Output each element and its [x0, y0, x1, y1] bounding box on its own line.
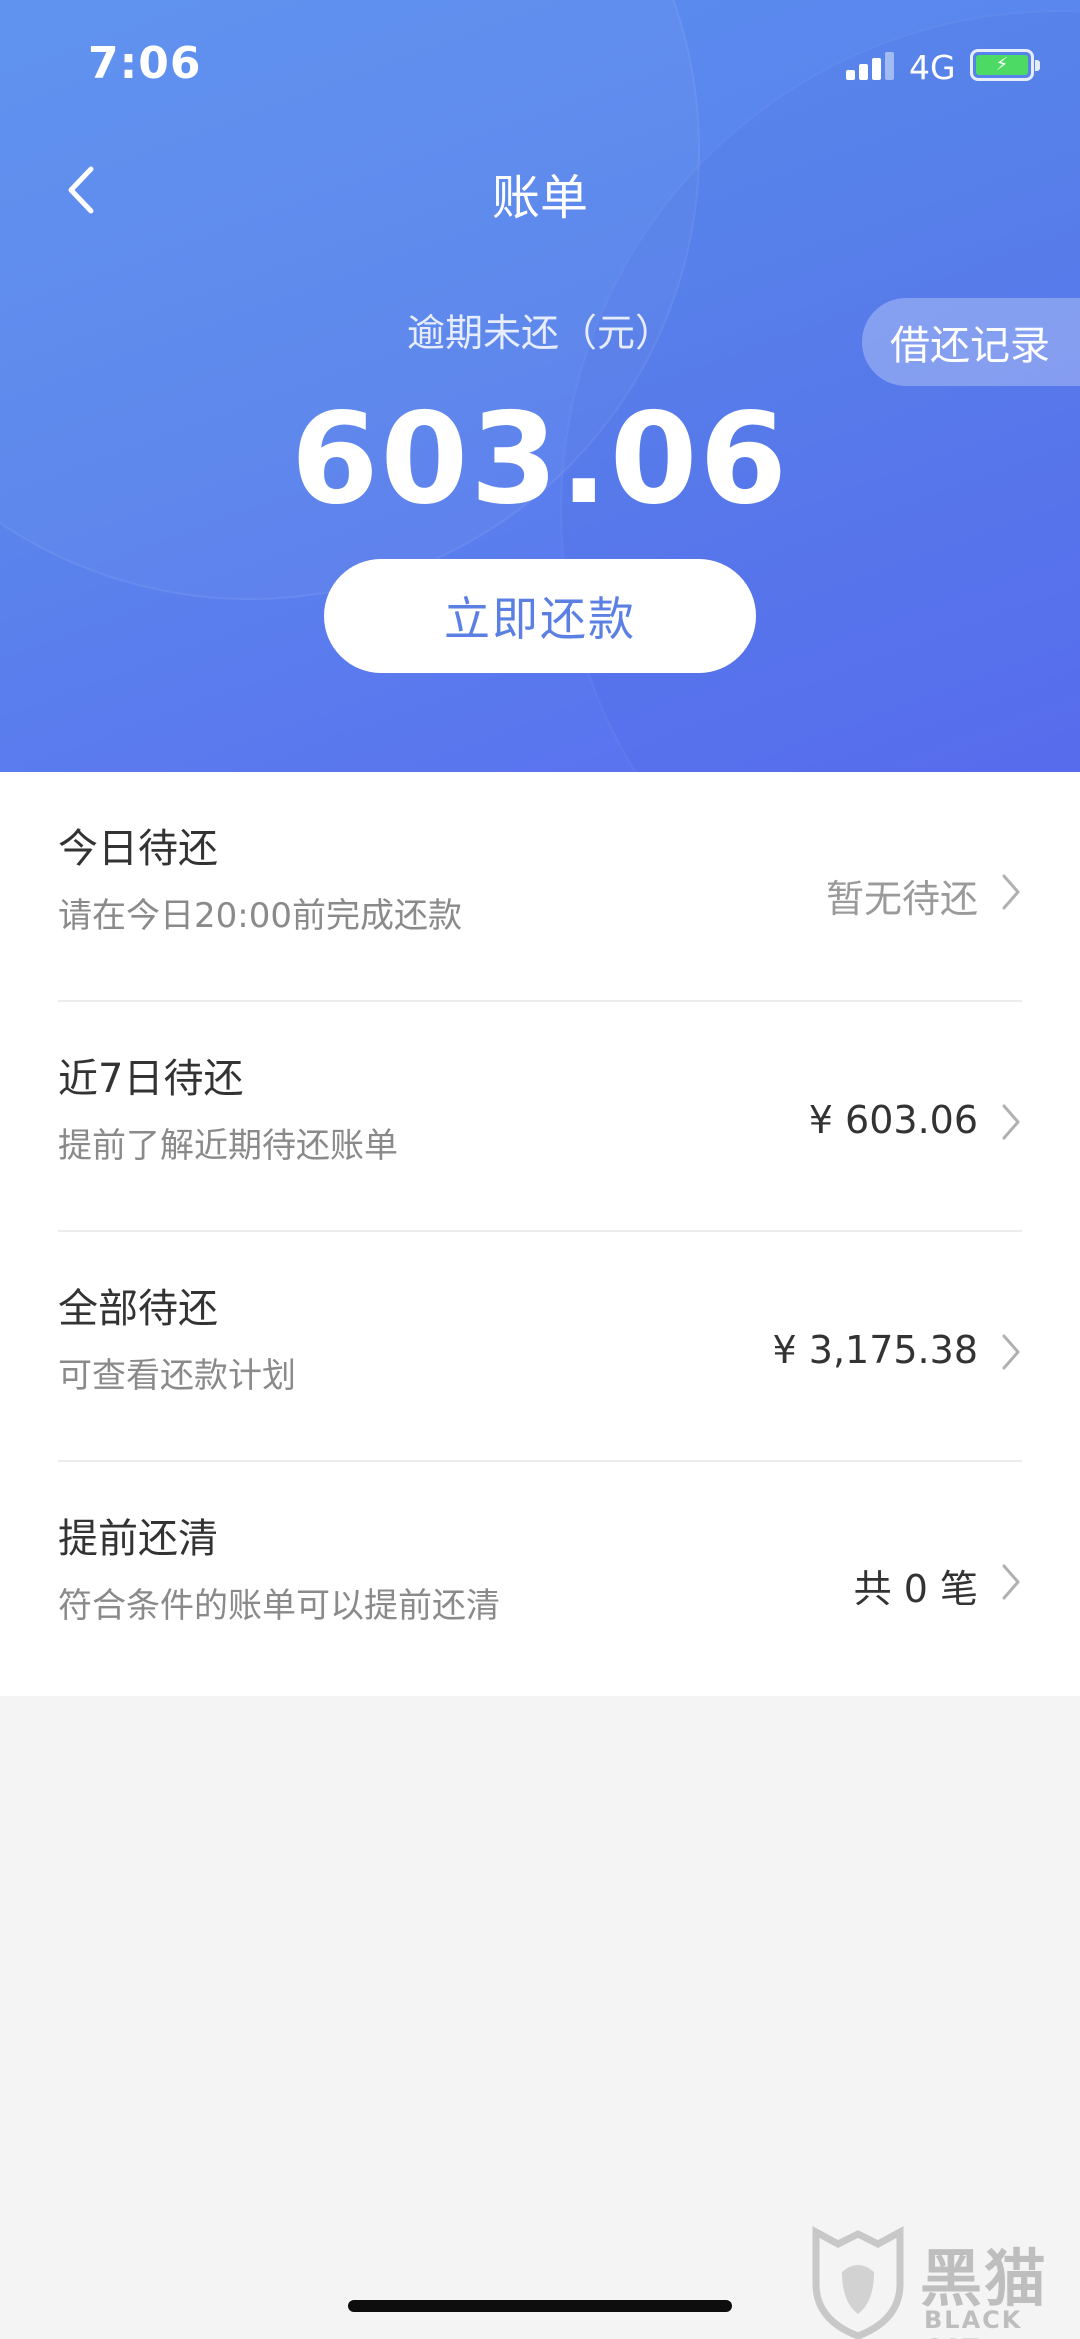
overdue-amount: 603.06 [290, 385, 790, 532]
list-item-subtitle: 请在今日20:00前完成还款 [58, 896, 462, 936]
chevron-right-icon [1002, 1104, 1020, 1140]
list-item-title: 今日待还 [58, 826, 218, 872]
list-item-today-due[interactable]: 今日待还 请在今日20:00前完成还款 暂无待还 [0, 772, 1080, 1002]
status-bar: 7:06 4G ⚡ [0, 0, 1080, 130]
watermark-text: 黑猫 [920, 2242, 1049, 2315]
watermark-logo: 黑猫 BLACK CAT [808, 2222, 1080, 2339]
list-item-value: ¥ 3,175.38 [772, 1328, 978, 1372]
repay-now-button[interactable]: 立即还款 [324, 559, 756, 673]
header: 7:06 4G ⚡ 账单 借还记录 逾期未还（元） 603.06 立即还款 [0, 0, 1080, 772]
chevron-right-icon [1002, 874, 1020, 910]
list-item-value: 暂无待还 [825, 877, 978, 921]
status-time: 7:06 [88, 38, 202, 89]
battery-icon: ⚡ [970, 49, 1040, 81]
chevron-right-icon [1002, 1334, 1020, 1370]
list-item-subtitle: 符合条件的账单可以提前还清 [58, 1586, 500, 1626]
signal-icon [846, 50, 896, 80]
cat-shield-icon [812, 2226, 904, 2339]
list-item-value: 共 0 笔 [853, 1567, 978, 1611]
list-item-early-payoff[interactable]: 提前还清 符合条件的账单可以提前还清 共 0 笔 [0, 1462, 1080, 1692]
home-indicator[interactable] [348, 2300, 732, 2312]
list-item-subtitle: 提前了解近期待还账单 [58, 1126, 398, 1166]
list-item-value: ¥ 603.06 [808, 1098, 978, 1142]
list-item-title: 提前还清 [58, 1516, 218, 1562]
list-item-title: 全部待还 [58, 1286, 218, 1332]
bill-list: 今日待还 请在今日20:00前完成还款 暂无待还 近7日待还 提前了解近期待还账… [0, 772, 1080, 1696]
list-item-subtitle: 可查看还款计划 [58, 1356, 296, 1396]
network-type: 4G [909, 48, 956, 87]
list-item-all-due[interactable]: 全部待还 可查看还款计划 ¥ 3,175.38 [0, 1232, 1080, 1462]
page-title: 账单 [491, 170, 588, 226]
overdue-label: 逾期未还（元） [406, 311, 673, 355]
list-item-7day-due[interactable]: 近7日待还 提前了解近期待还账单 ¥ 603.06 [0, 1002, 1080, 1232]
chevron-right-icon [1002, 1564, 1020, 1600]
watermark-subtext: BLACK CAT [924, 2306, 1023, 2339]
list-item-title: 近7日待还 [58, 1056, 244, 1102]
